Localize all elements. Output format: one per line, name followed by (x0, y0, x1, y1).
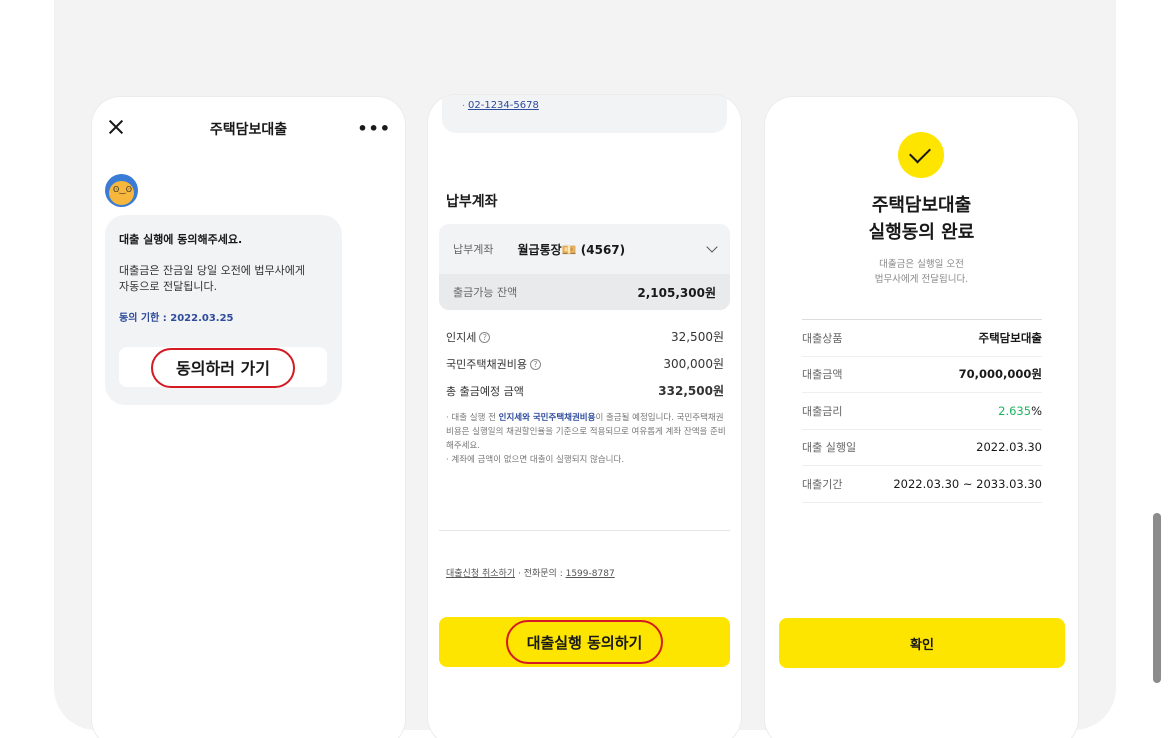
table-row: 대출 실행일 2022.03.30 (802, 430, 1042, 466)
fee-row: 인지세? 32,500원 (446, 328, 724, 345)
footer-links: 대출신청 취소하기 · 전화문의 : 1599-8787 (446, 566, 615, 579)
table-row: 대출금리 2.635% (802, 393, 1042, 430)
row-value: 주택담보대출 (978, 330, 1042, 345)
account-label: 납부계좌 (453, 243, 494, 256)
completion-title: 주택담보대출 실행동의 완료 (765, 192, 1078, 246)
fee-label: 인지세 (446, 330, 477, 344)
fee-value: 300,000원 (663, 357, 724, 371)
row-label: 대출금액 (802, 368, 843, 382)
completion-subtitle-line-1: 대출금은 실행일 오전 (879, 259, 964, 270)
table-row: 대출상품 주택담보대출 (802, 320, 1042, 357)
section-title: 납부계좌 (446, 194, 498, 210)
message-line-2: 자동으로 전달됩니다. (119, 280, 218, 293)
chat-screen: 주택담보대출 ••• ʘ‿ʘ 대출 실행에 동의해주세요. 대출금은 잔금일 당… (92, 97, 405, 738)
table-row: 대출금액 70,000,000원 (802, 357, 1042, 393)
more-icon[interactable]: ••• (357, 119, 391, 138)
message-heading: 대출 실행에 동의해주세요. (119, 233, 243, 246)
notice-bold: 인지세와 국민주택채권비용 (498, 413, 596, 423)
completion-screen: 주택담보대출 실행동의 완료 대출금은 실행일 오전 법무사에게 전달됩니다. … (765, 97, 1078, 738)
help-icon[interactable]: ? (479, 332, 491, 343)
cancel-application-link[interactable]: 대출신청 취소하기 (446, 569, 515, 579)
account-box: 납부계좌 월급통장💴 (4567) 출금가능 잔액 2,105,300원 (439, 224, 730, 310)
total-label: 총 출금예정 금액 (446, 384, 524, 398)
row-label: 대출상품 (802, 331, 843, 345)
chevron-down-icon[interactable] (706, 241, 718, 253)
completion-subtitle: 대출금은 실행일 오전 법무사에게 전달됩니다. (765, 257, 1078, 287)
fee-row: 국민주택채권비용? 300,000원 (446, 355, 724, 372)
check-icon (898, 132, 944, 178)
row-label: 대출금리 (802, 404, 843, 418)
message-bubble: 대출 실행에 동의해주세요. 대출금은 잔금일 당일 오전에 법무사에게 자동으… (105, 215, 342, 405)
completion-title-line-2: 실행동의 완료 (868, 222, 975, 243)
interest-rate-value: 2.635 (998, 403, 1032, 418)
go-agree-button[interactable]: 동의하러 가기 (119, 347, 327, 388)
fee-value: 32,500원 (670, 330, 724, 344)
balance-row: 출금가능 잔액 2,105,300원 (439, 274, 730, 310)
bullet: · (462, 101, 466, 112)
interest-rate-unit: % (1031, 403, 1042, 418)
bot-avatar: ʘ‿ʘ (105, 174, 138, 207)
notice-text: · 대출 실행 전 인지세와 국민주택채권비용이 출금될 예정입니다. 국민주택… (446, 411, 726, 467)
completion-subtitle-line-2: 법무사에게 전달됩니다. (874, 274, 969, 285)
agree-execution-label: 대출실행 동의하기 (526, 633, 643, 652)
row-label: 대출기간 (802, 477, 843, 491)
notice-line-2: · 계좌에 금액이 없으면 대출이 실행되지 않습니다. (446, 455, 625, 465)
fee-label: 국민주택채권비용 (446, 357, 527, 371)
row-value: 2022.03.30 ~ 2033.03.30 (893, 476, 1042, 491)
row-label: 대출 실행일 (802, 441, 857, 455)
avatar-eyes: ʘ‿ʘ (113, 185, 133, 194)
row-value: 70,000,000원 (958, 367, 1042, 382)
phone-link[interactable]: 02-1234-5678 (468, 100, 539, 111)
contact-card: · 02-1234-5678 (442, 95, 727, 133)
total-value: 332,500원 (658, 384, 724, 398)
go-agree-label: 동의하러 가기 (176, 359, 270, 378)
message-line-1: 대출금은 잔금일 당일 오전에 법무사에게 (119, 264, 306, 277)
completion-title-line-1: 주택담보대출 (871, 195, 972, 216)
help-icon[interactable]: ? (529, 359, 541, 370)
confirm-button[interactable]: 확인 (779, 618, 1065, 668)
total-row: 총 출금예정 금액 332,500원 (446, 382, 724, 399)
agree-execution-button[interactable]: 대출실행 동의하기 (439, 617, 730, 667)
row-value: 2022.03.30 (976, 440, 1042, 455)
account-selector[interactable]: 납부계좌 월급통장💴 (4567) (439, 224, 730, 274)
notice-pre: · 대출 실행 전 (446, 413, 499, 423)
loan-summary-table: 대출상품 주택담보대출 대출금액 70,000,000원 대출금리 2.635%… (802, 319, 1042, 503)
table-row: 대출기간 2022.03.30 ~ 2033.03.30 (802, 466, 1042, 503)
divider (439, 530, 730, 531)
phone-inquiry-link[interactable]: 1599-8787 (566, 569, 615, 579)
balance-value: 2,105,300원 (637, 285, 716, 300)
account-name: 월급통장💴 (4567) (517, 242, 626, 257)
balance-label: 출금가능 잔액 (453, 286, 518, 299)
scrollbar[interactable] (1153, 513, 1161, 683)
phone-inquiry-label: 전화문의 : (523, 569, 563, 579)
deadline-text: 동의 기한 : 2022.03.25 (119, 313, 234, 324)
payment-account-screen: · 02-1234-5678 납부계좌 납부계좌 월급통장💴 (4567) 출금… (428, 95, 741, 738)
